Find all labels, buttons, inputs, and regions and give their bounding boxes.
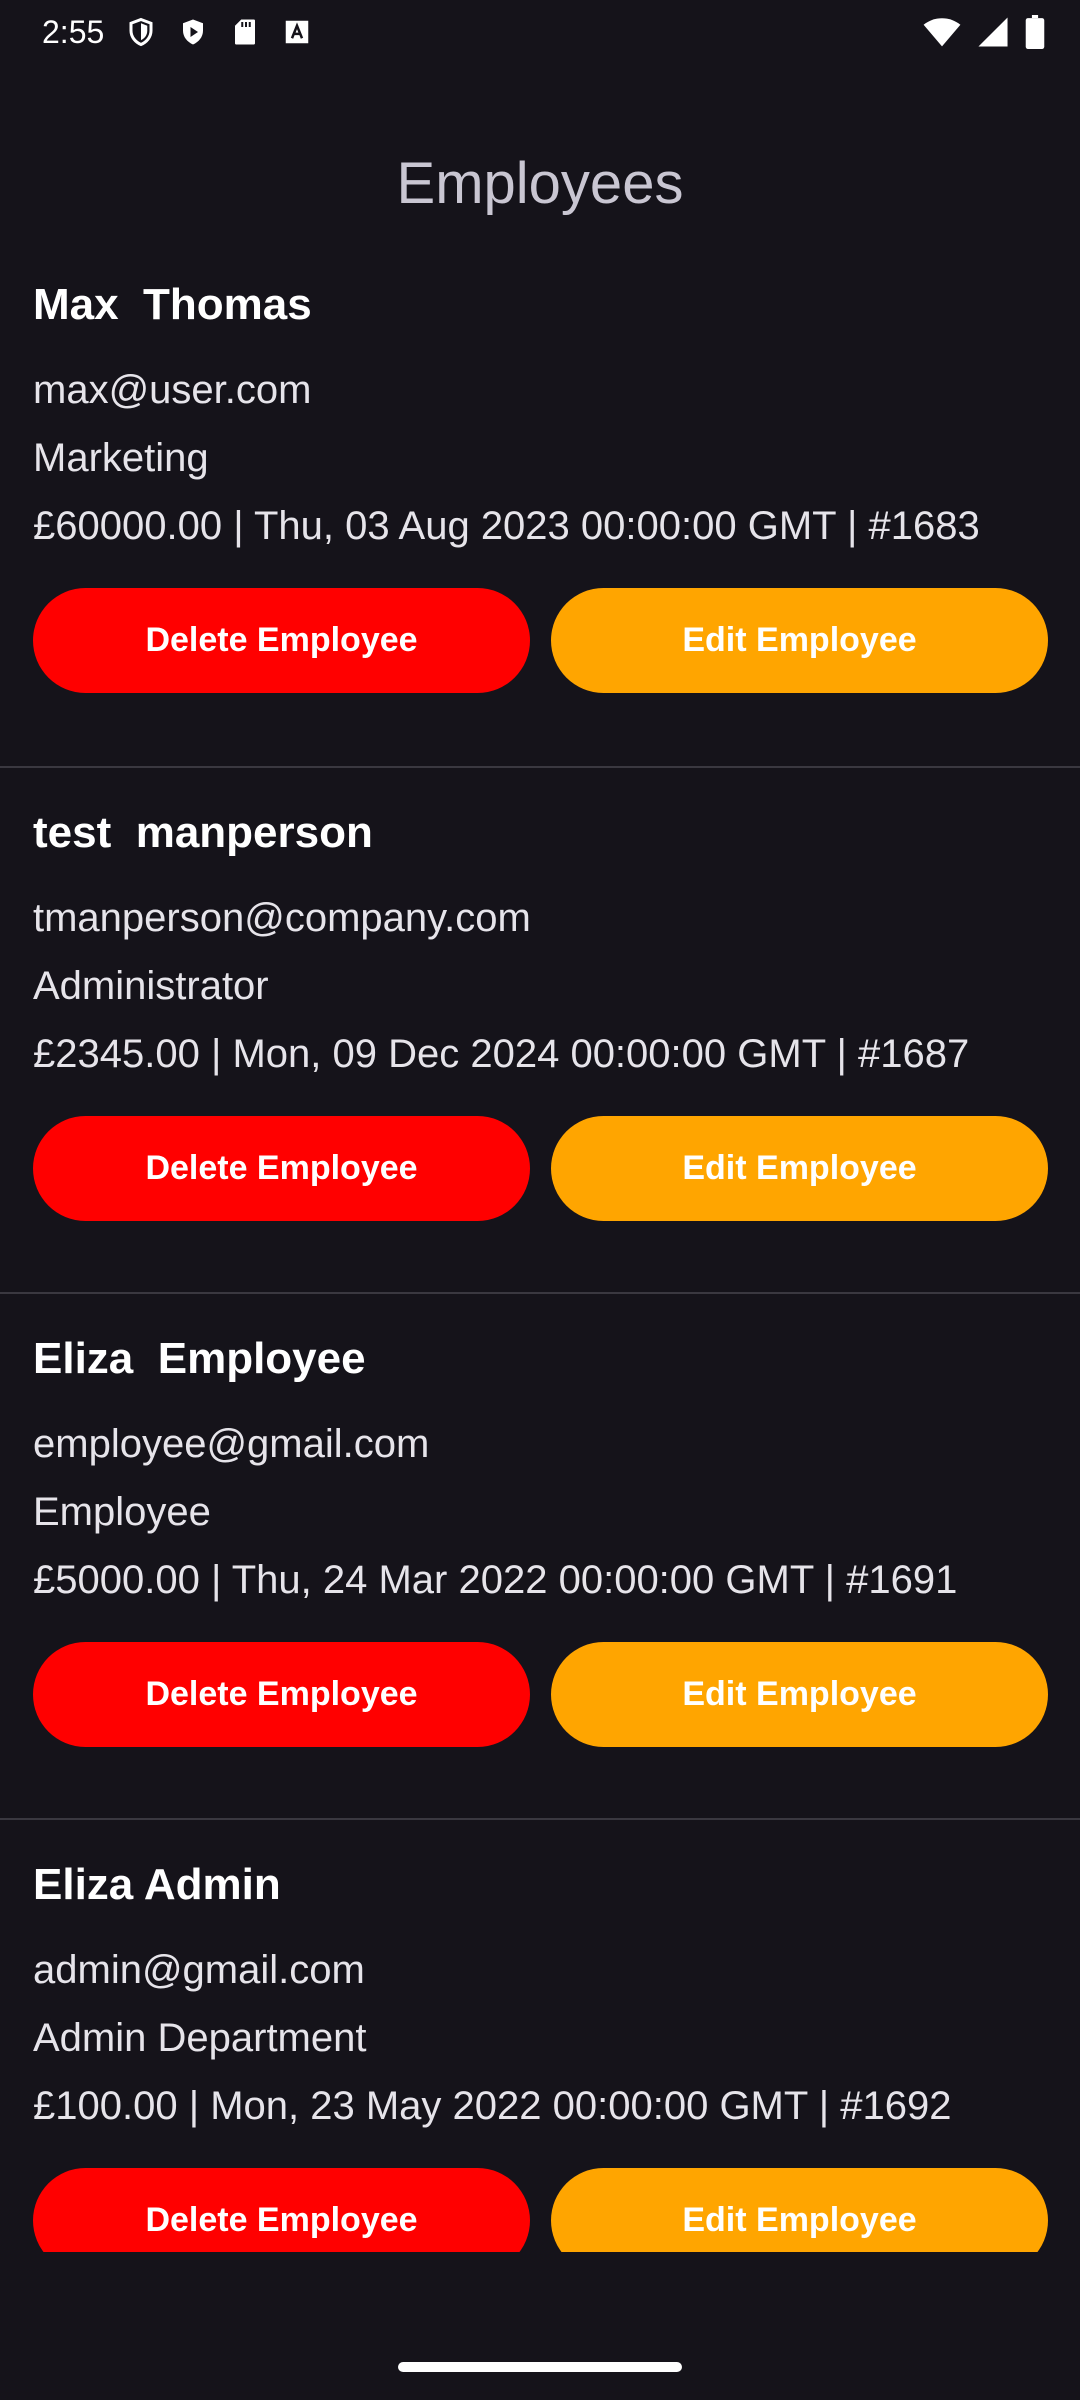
battery-icon <box>1025 15 1045 49</box>
employee-department: Employee <box>33 1490 211 1534</box>
employee-email: tmanperson@company.com <box>33 896 531 940</box>
wifi-icon <box>923 18 961 47</box>
employee-department: Administrator <box>33 964 269 1008</box>
font-a-icon <box>286 20 309 44</box>
gesture-nav-handle[interactable] <box>398 2362 682 2372</box>
shield-icon <box>129 17 153 47</box>
edit-employee-button[interactable]: Edit Employee <box>551 1642 1048 1747</box>
employee-list[interactable]: Max Thomas max@user.com Marketing £60000… <box>0 286 1080 2252</box>
status-time: 2:55 <box>42 13 105 50</box>
employee-details: £100.00 | Mon, 23 May 2022 00:00:00 GMT … <box>33 2084 952 2128</box>
edit-employee-button[interactable]: Edit Employee <box>551 1116 1048 1221</box>
delete-employee-button[interactable]: Delete Employee <box>33 2168 530 2252</box>
employee-email: employee@gmail.com <box>33 1422 430 1466</box>
employee-department: Admin Department <box>33 2016 367 2060</box>
employee-card: Eliza Employee employee@gmail.com Employ… <box>0 1292 1080 1818</box>
employee-card: Max Thomas max@user.com Marketing £60000… <box>0 286 1080 766</box>
employee-name: Max Thomas <box>33 286 312 329</box>
delete-employee-button[interactable]: Delete Employee <box>33 1116 530 1221</box>
signal-icon <box>978 17 1008 47</box>
employee-email: max@user.com <box>33 368 312 412</box>
employee-details: £5000.00 | Thu, 24 Mar 2022 00:00:00 GMT… <box>33 1558 958 1602</box>
employee-details: £60000.00 | Thu, 03 Aug 2023 00:00:00 GM… <box>33 504 980 548</box>
employee-name: Eliza Admin <box>33 1860 281 1909</box>
status-left: 2:55 <box>42 14 312 51</box>
page-title: Employees <box>396 151 684 216</box>
delete-employee-button[interactable]: Delete Employee <box>33 1642 530 1747</box>
employee-list-content: Max Thomas max@user.com Marketing £60000… <box>0 286 1080 2252</box>
delete-employee-button[interactable]: Delete Employee <box>33 588 530 693</box>
status-right <box>922 15 1046 49</box>
employee-name: test manperson <box>33 808 373 857</box>
employee-card: test manperson tmanperson@company.com Ad… <box>0 766 1080 1292</box>
sd-card-icon <box>235 19 256 45</box>
employee-name: Eliza Employee <box>33 1334 366 1383</box>
employee-card: Eliza Admin admin@gmail.com Admin Depart… <box>0 1818 1080 2252</box>
edit-employee-button[interactable]: Edit Employee <box>551 588 1048 693</box>
edit-employee-button[interactable]: Edit Employee <box>551 2168 1048 2252</box>
employee-department: Marketing <box>33 436 209 480</box>
status-bar: 2:55 <box>0 0 1080 64</box>
employee-email: admin@gmail.com <box>33 1948 365 1992</box>
play-protect-icon <box>183 19 204 45</box>
employee-details: £2345.00 | Mon, 09 Dec 2024 00:00:00 GMT… <box>33 1032 970 1076</box>
